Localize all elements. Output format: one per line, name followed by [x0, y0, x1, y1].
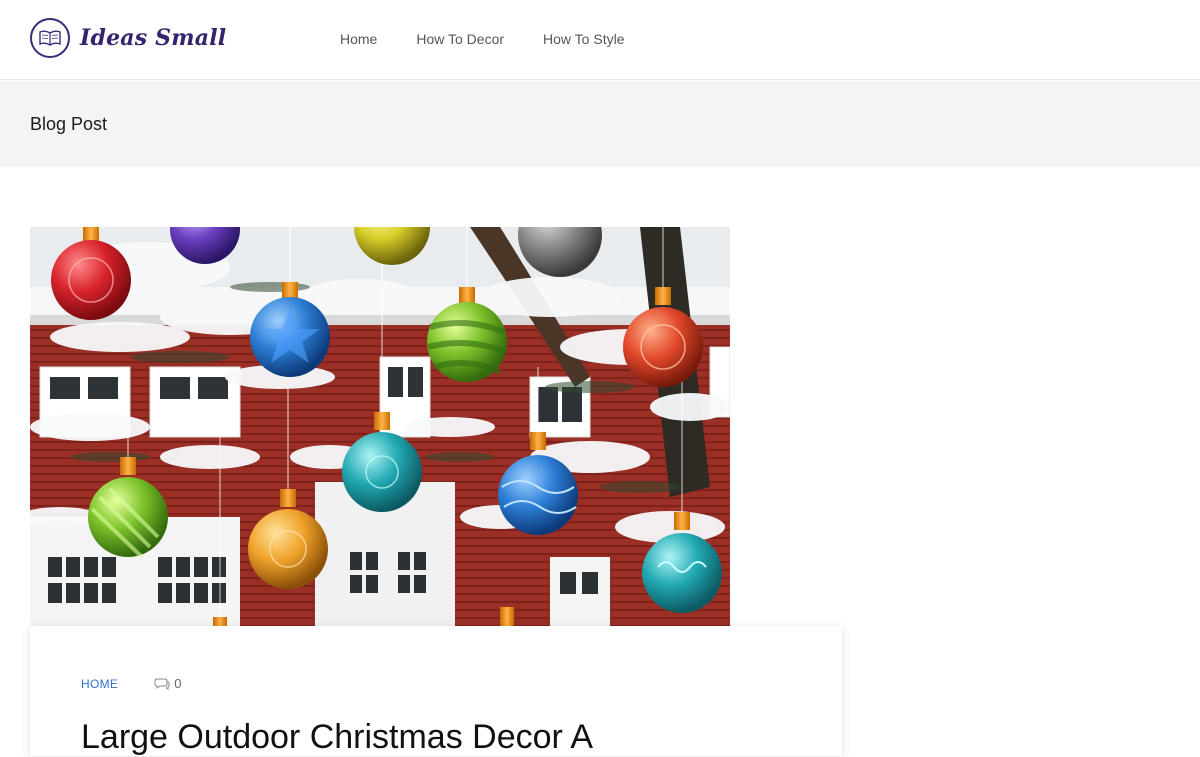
comments-link[interactable]: 0	[154, 676, 181, 691]
page-title: Blog Post	[30, 114, 108, 134]
post-meta: HOME 0	[81, 676, 181, 691]
post-category-link[interactable]: HOME	[81, 677, 118, 691]
nav-how-to-style[interactable]: How To Style	[543, 30, 624, 48]
site-logo[interactable]: Ideas Small	[30, 18, 226, 58]
comment-count: 0	[174, 676, 182, 691]
post-card: HOME 0 Large Outdoor Christmas Decor A	[30, 626, 842, 756]
comment-bubble-icon	[154, 678, 170, 690]
book-icon	[30, 18, 70, 58]
featured-image[interactable]	[30, 227, 730, 627]
post-title[interactable]: Large Outdoor Christmas Decor A	[81, 718, 593, 757]
nav-how-to-decor[interactable]: How To Decor	[416, 30, 504, 48]
page-title-bar: Blog Post	[0, 81, 1200, 167]
site-name: Ideas Small	[80, 25, 227, 51]
site-header: Ideas Small Home How To Decor How To Sty…	[0, 0, 1200, 80]
main-nav: Home How To Decor How To Style	[340, 30, 663, 48]
nav-home[interactable]: Home	[340, 30, 377, 48]
